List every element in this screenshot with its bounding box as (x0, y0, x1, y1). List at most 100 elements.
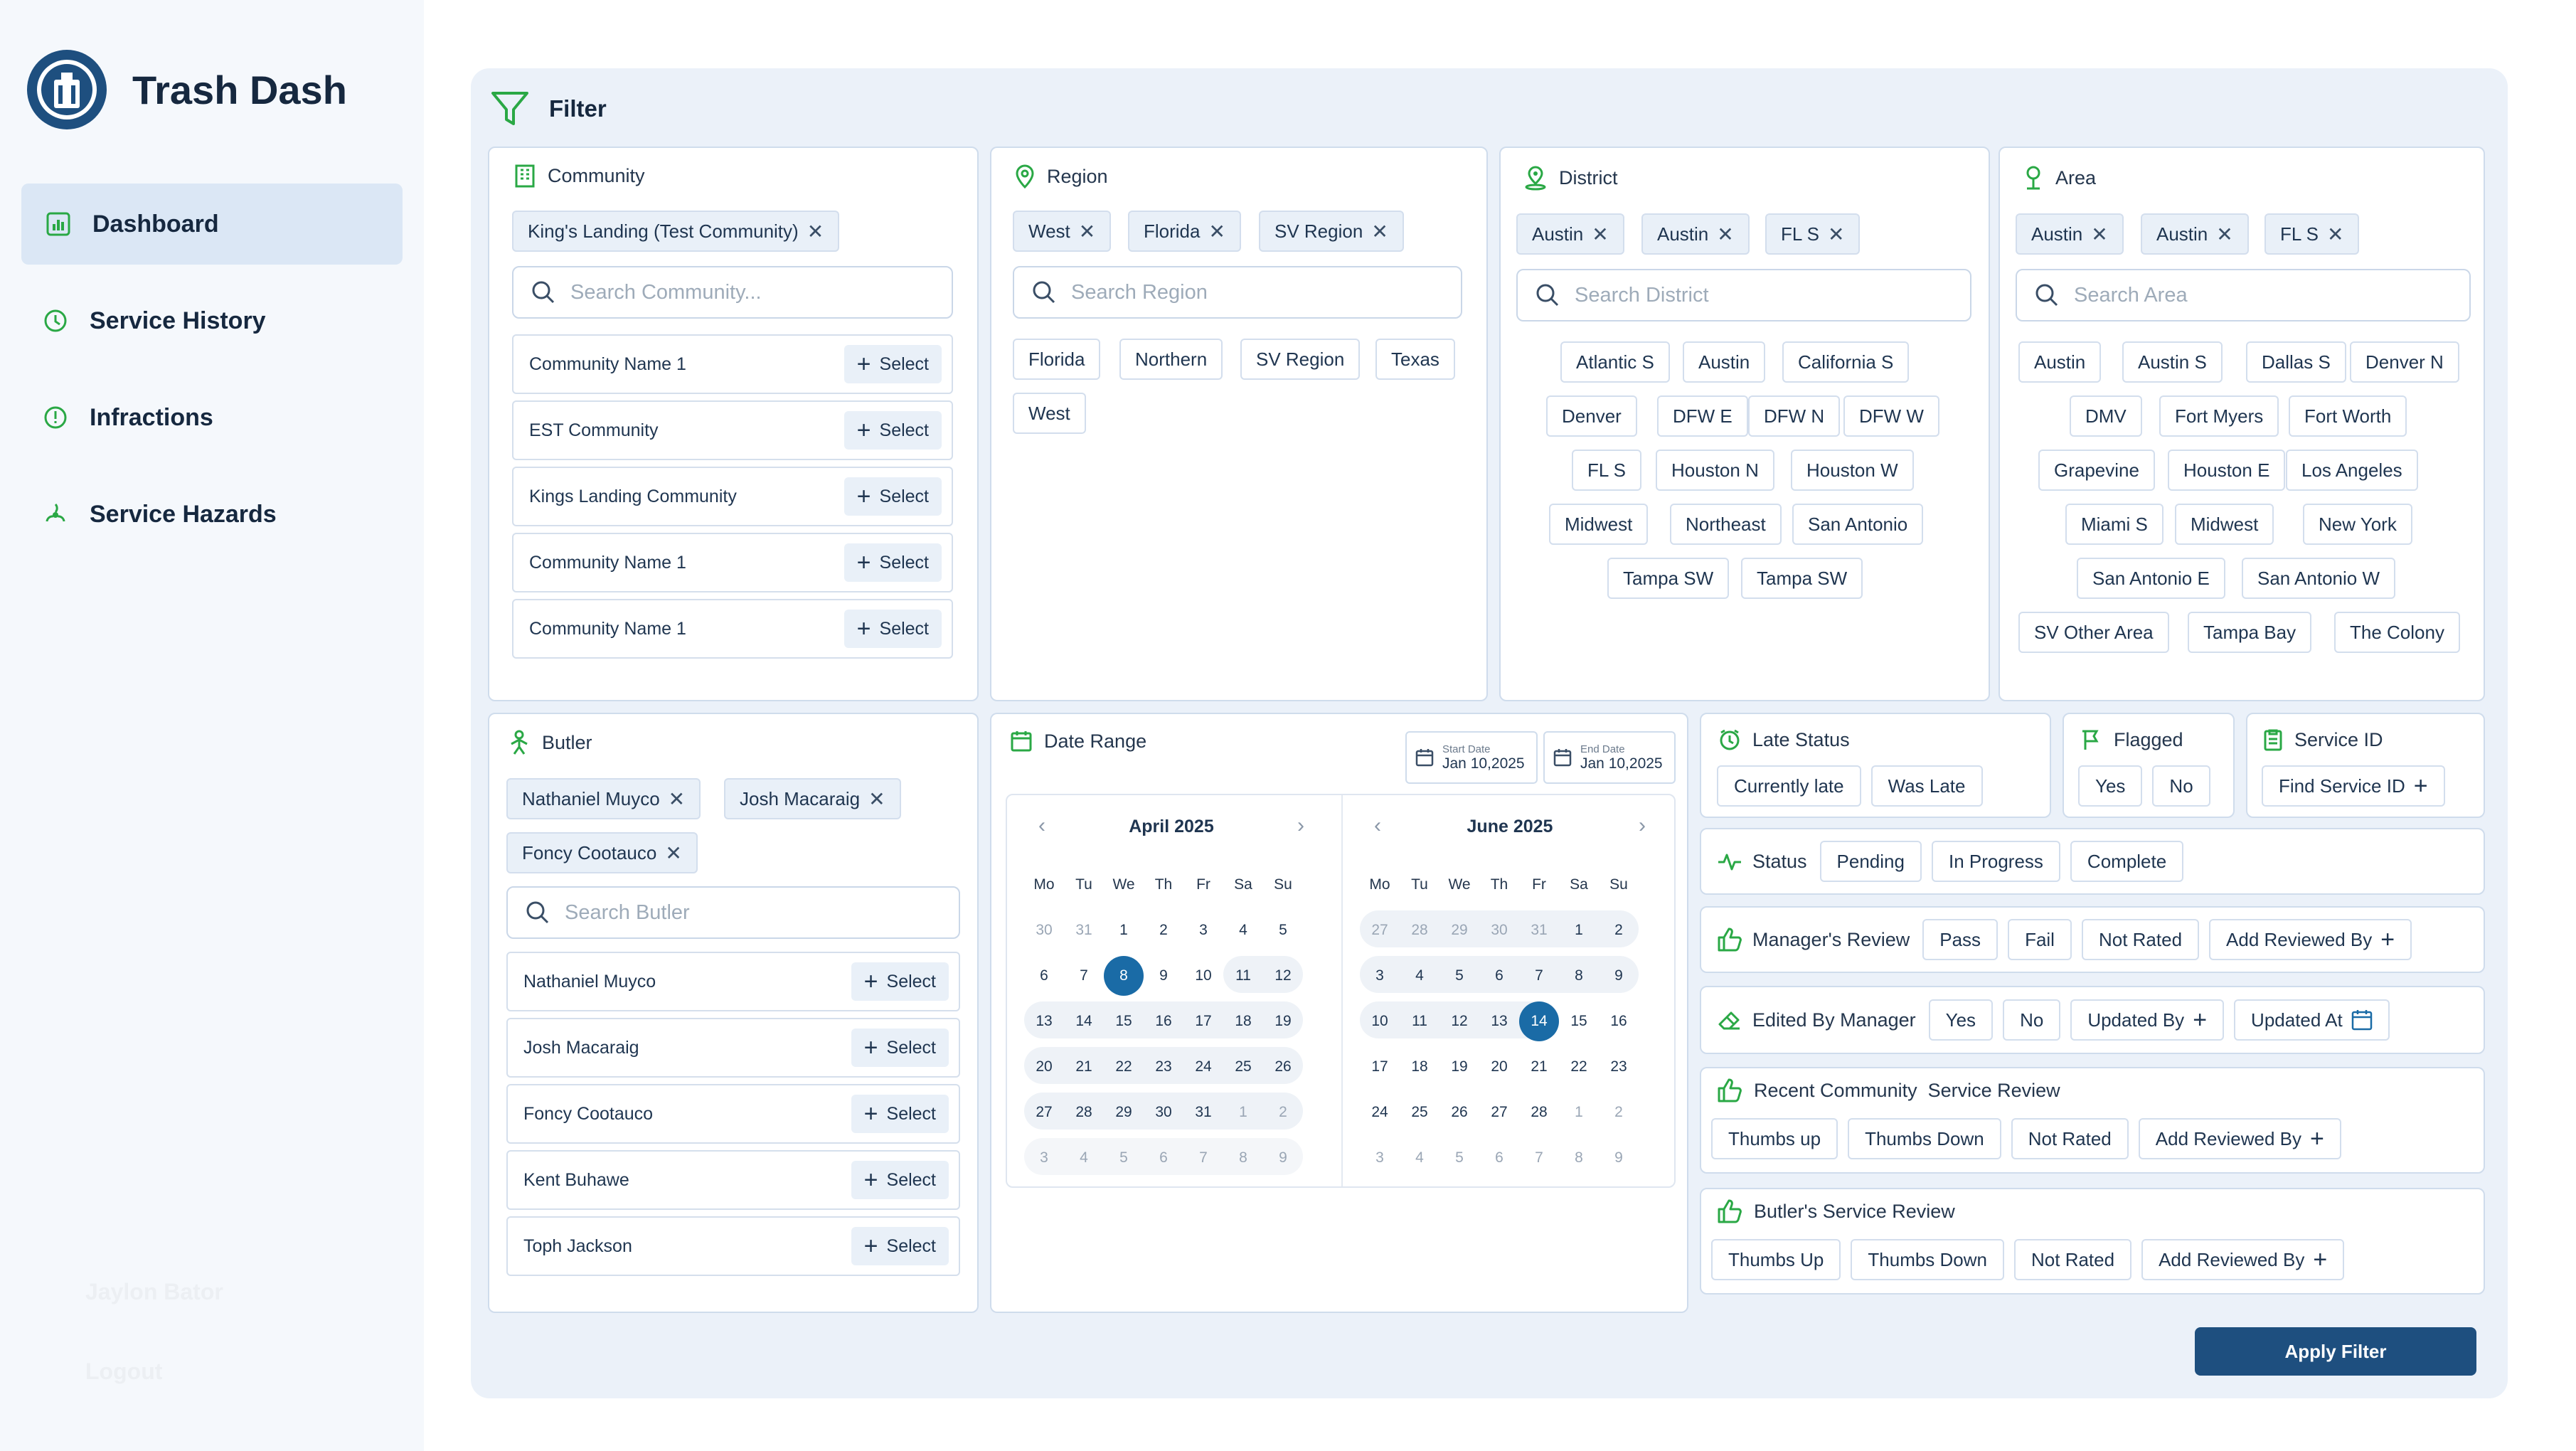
calendar-day[interactable]: 25 (1400, 1090, 1439, 1135)
status-option[interactable]: Pending (1819, 841, 1922, 882)
status-option[interactable]: Complete (2070, 841, 2184, 882)
calendar-day[interactable]: 2 (1599, 1090, 1639, 1135)
logout-button[interactable]: Logout (85, 1359, 162, 1385)
calendar-day[interactable]: 27 (1479, 1090, 1519, 1135)
calendar-day[interactable]: 10 (1183, 953, 1223, 999)
calendar-day[interactable]: 1 (1223, 1090, 1263, 1135)
area-option[interactable]: San Antonio E (2077, 558, 2225, 599)
calendar-day-selected[interactable]: 14 (1519, 999, 1559, 1044)
district-option[interactable]: Denver (1546, 395, 1637, 437)
district-option[interactable]: Tampa SW (1741, 558, 1863, 599)
calendar-day[interactable]: 23 (1599, 1044, 1639, 1090)
district-option[interactable]: Houston N (1656, 450, 1774, 491)
manager-review-option[interactable]: Fail (2008, 919, 2072, 960)
area-option[interactable]: Dallas S (2246, 341, 2346, 383)
area-option[interactable]: The Colony (2334, 612, 2460, 653)
calendar-day[interactable]: 15 (1104, 999, 1144, 1044)
calendar-day[interactable]: 30 (1144, 1090, 1183, 1135)
district-option[interactable]: Northeast (1670, 504, 1782, 545)
calendar-day[interactable]: 19 (1263, 999, 1303, 1044)
close-icon[interactable]: ✕ (807, 220, 824, 243)
close-icon[interactable]: ✕ (1828, 223, 1844, 246)
chevron-right-icon[interactable]: › (1639, 814, 1646, 838)
area-search-input[interactable]: Search Area (2016, 269, 2471, 321)
calendar-day[interactable]: 1 (1104, 908, 1144, 953)
edited-option[interactable]: No (2003, 999, 2061, 1041)
area-option[interactable]: Los Angeles (2286, 450, 2418, 491)
calendar-day[interactable]: 26 (1263, 1044, 1303, 1090)
calendar-day[interactable]: 27 (1024, 1090, 1064, 1135)
district-option[interactable]: Atlantic S (1560, 341, 1670, 383)
sidebar-item-dashboard[interactable]: Dashboard (21, 184, 403, 265)
calendar-day[interactable]: 7 (1183, 1135, 1223, 1181)
calendar-day[interactable]: 5 (1104, 1135, 1144, 1181)
butler-review-option[interactable]: Not Rated (2014, 1239, 2132, 1280)
butler-selected-chip[interactable]: Nathaniel Muyco ✕ (506, 778, 701, 819)
calendar-day[interactable]: 10 (1360, 999, 1400, 1044)
close-icon[interactable]: ✕ (1371, 220, 1388, 243)
butler-review-option[interactable]: Thumbs Down (1851, 1239, 2005, 1280)
area-selected-chip[interactable]: Austin ✕ (2016, 213, 2124, 255)
area-option[interactable]: DMV (2070, 395, 2142, 437)
calendar-day[interactable]: 7 (1519, 1135, 1559, 1181)
close-icon[interactable]: ✕ (2327, 223, 2343, 246)
chevron-right-icon[interactable]: › (1297, 814, 1304, 838)
calendar-day[interactable]: 7 (1519, 953, 1559, 999)
region-option[interactable]: West (1013, 393, 1086, 434)
area-option[interactable]: Austin S (2122, 341, 2223, 383)
close-icon[interactable]: ✕ (1208, 220, 1225, 243)
calendar-day[interactable]: 8 (1559, 953, 1599, 999)
region-selected-chip[interactable]: SV Region ✕ (1259, 211, 1404, 252)
calendar-day[interactable]: 16 (1599, 999, 1639, 1044)
district-option[interactable]: DFW N (1748, 395, 1841, 437)
calendar-day[interactable]: 7 (1064, 953, 1104, 999)
area-option[interactable]: Austin (2018, 341, 2102, 383)
calendar-day[interactable]: 28 (1400, 908, 1439, 953)
start-date-field[interactable]: Start Date Jan 10,2025 (1405, 731, 1538, 784)
sidebar-item-infractions[interactable]: Infractions (21, 377, 403, 458)
calendar-day[interactable]: 1 (1559, 1090, 1599, 1135)
district-selected-chip[interactable]: Austin ✕ (1641, 213, 1750, 255)
area-option[interactable]: Tampa Bay (2188, 612, 2312, 653)
calendar-day[interactable]: 11 (1223, 953, 1263, 999)
select-button[interactable]: + Select (843, 345, 942, 383)
district-option[interactable]: Tampa SW (1607, 558, 1730, 599)
calendar-day[interactable]: 21 (1519, 1044, 1559, 1090)
community-review-option[interactable]: Thumbs up (1711, 1118, 1838, 1159)
calendar-day[interactable]: 11 (1400, 999, 1439, 1044)
region-option[interactable]: Texas (1375, 339, 1455, 380)
area-option[interactable]: Grapevine (2038, 450, 2155, 491)
area-option[interactable]: Denver N (2350, 341, 2459, 383)
area-option[interactable]: Miami S (2065, 504, 2163, 545)
calendar-day[interactable]: 5 (1439, 953, 1479, 999)
area-option[interactable]: Fort Worth (2289, 395, 2407, 437)
calendar-day[interactable]: 19 (1439, 1044, 1479, 1090)
user-name[interactable]: Jaylon Bator (85, 1279, 223, 1305)
flagged-option[interactable]: No (2152, 765, 2210, 807)
calendar-day[interactable]: 31 (1183, 1090, 1223, 1135)
calendar-day[interactable]: 28 (1519, 1090, 1559, 1135)
calendar-day[interactable]: 24 (1360, 1090, 1400, 1135)
add-reviewed-by-button[interactable]: Add Reviewed By + (2209, 919, 2412, 960)
manager-review-option[interactable]: Not Rated (2081, 919, 2200, 960)
calendar-day[interactable]: 9 (1263, 1135, 1303, 1181)
calendar-day[interactable]: 21 (1064, 1044, 1104, 1090)
select-button[interactable]: + Select (851, 1161, 949, 1199)
calendar-day[interactable]: 12 (1263, 953, 1303, 999)
close-icon[interactable]: ✕ (1079, 220, 1095, 243)
select-button[interactable]: + Select (851, 1029, 949, 1067)
flagged-option[interactable]: Yes (2078, 765, 2143, 807)
status-option[interactable]: In Progress (1931, 841, 2060, 882)
select-button[interactable]: + Select (843, 610, 942, 648)
calendar-day[interactable]: 3 (1024, 1135, 1064, 1181)
calendar-day[interactable]: 13 (1024, 999, 1064, 1044)
select-button[interactable]: + Select (843, 543, 942, 582)
add-reviewed-by-button[interactable]: Add Reviewed By + (2141, 1239, 2345, 1280)
district-option[interactable]: Houston W (1791, 450, 1914, 491)
district-option[interactable]: Midwest (1549, 504, 1649, 545)
calendar-day[interactable]: 1 (1559, 908, 1599, 953)
calendar-day[interactable]: 6 (1024, 953, 1064, 999)
calendar-day[interactable]: 6 (1479, 953, 1519, 999)
district-selected-chip[interactable]: Austin ✕ (1516, 213, 1624, 255)
community-search-input[interactable]: Search Community... (512, 266, 953, 319)
